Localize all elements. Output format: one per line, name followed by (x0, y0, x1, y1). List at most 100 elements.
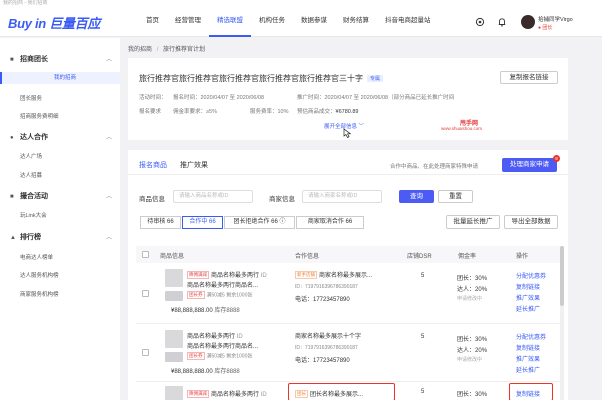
merchant-info-label: 商家信息 (269, 196, 295, 203)
process-merchant-request-button[interactable]: 处理商家申请 (502, 158, 557, 172)
settings-icon[interactable] (475, 17, 485, 27)
tab-promo-effect[interactable]: 推广效果 (180, 160, 208, 170)
row-checkbox[interactable] (142, 290, 149, 297)
exclusive-tag: 专属 (367, 75, 384, 83)
sidebar-group-match[interactable]: ■ 撮合活动 (10, 191, 48, 201)
sidebar-item-link-conference[interactable]: 玩Link大会 (20, 211, 47, 219)
shop-dsr: 5 (421, 389, 425, 395)
nav-station[interactable]: 抖音电商超量站 (377, 7, 439, 37)
cursor-icon (343, 128, 352, 138)
shop-dsr: 5 (421, 273, 425, 279)
search-button[interactable]: 查询 (399, 190, 434, 203)
table-row: 降佣满减 商品名称最多两行 ID 团长 团长名称最多展示... 5 团长：30% 复… (136, 382, 560, 400)
tab-divider (128, 174, 568, 175)
nav-data[interactable]: 数据参谋 (293, 7, 335, 37)
chevron-up-icon[interactable]: ︿ (106, 54, 112, 63)
row-checkbox[interactable] (142, 349, 149, 356)
reset-button[interactable]: 重置 (438, 190, 473, 203)
copy-signup-link-button[interactable]: 复制报名链接 (500, 71, 558, 84)
product-name-line2[interactable]: 商品名称最多两行商品名... (187, 280, 258, 289)
signup-time: 报名时间：2020/04/07 至 2020/06/08 (173, 95, 265, 101)
product-thumbnail (165, 386, 183, 400)
requirement-label: 报名要求 (139, 109, 162, 115)
copy-link[interactable]: 复制链接 (516, 282, 540, 291)
plan-info-card: 旅行推荐官旅行推荐官旅行推荐官旅行推荐官旅行推荐官三十字 专属 复制报名链接 活动… (128, 58, 568, 140)
assign-coupon-link[interactable]: 分配优惠券 (516, 271, 546, 280)
product-name[interactable]: 降佣满减 商品名称最多两行 ID (187, 389, 267, 399)
assign-coupon-link[interactable]: 分配优惠券 (516, 332, 546, 341)
avatar[interactable] (521, 15, 535, 29)
top-header: Buy in 巨量百应 首页 经营管理 精选联盟 机构任务 数据参谋 财务结算 … (0, 7, 602, 37)
col-commission: 佣金率 (458, 254, 477, 260)
bell-icon[interactable] (497, 17, 507, 27)
window-title-strip: 我的招商 - 我们招商 (0, 0, 602, 7)
nav-finance[interactable]: 财务结算 (335, 7, 377, 37)
sidebar-group-recruit[interactable]: ■ 招商团长 (10, 54, 48, 64)
grid-icon: ■ (10, 57, 14, 63)
status-tab-merchant-cancelled[interactable]: 商家取消合作 66 (296, 216, 364, 229)
chevron-up-icon[interactable]: ︿ (106, 232, 112, 241)
merchant-phone: 电话：17723457890 (295, 297, 350, 303)
product-search-input[interactable]: 请输入商品名称或ID (173, 190, 253, 203)
plan-title: 旅行推荐官旅行推荐官旅行推荐官旅行推荐官旅行推荐官三十字 专属 (139, 73, 384, 84)
export-all-button[interactable]: 导出全部数据 (504, 215, 558, 229)
user-role-badge: ● 团长 (538, 25, 553, 31)
copy-link[interactable]: 复制链接 (516, 343, 540, 352)
chevron-up-icon[interactable]: ︿ (106, 191, 112, 200)
highlight-box (509, 383, 553, 400)
sidebar-item-leader-service[interactable]: 团长服务 (20, 94, 42, 102)
promo-time: 推广时间：2020/04/07 至 2020/06/08（部分商品已延长推广时间 (297, 95, 455, 101)
sidebar-item-ecommerce-rank[interactable]: 电商达人榜单 (20, 253, 53, 261)
select-all-checkbox[interactable] (142, 251, 149, 258)
sidebar-group-ranking[interactable]: ▲ 排行榜 (10, 232, 41, 242)
nav-alliance[interactable]: 精选联盟 (209, 7, 251, 37)
talent-commission: 达人：20% (457, 348, 488, 354)
sidebar-item-talent-recruit[interactable]: 达人招募 (20, 171, 42, 179)
coupon-info: 团长券 满50减5 剩余1000张 (187, 291, 253, 299)
product-name[interactable]: 降佣满减 商品名称最多两行 ID (187, 270, 267, 280)
col-operations: 操作 (516, 254, 529, 260)
flag-icon: ■ (10, 194, 14, 200)
table-row: 商品名称最多两行 ID 商品名称最多两行商品名... 团长券 满50减5 剩余10… (136, 324, 560, 382)
promo-effect-link[interactable]: 推广效果 (516, 293, 540, 302)
talent-commission: 达人：20% (457, 287, 488, 293)
scrollbar-thumb[interactable] (560, 246, 564, 306)
product-thumbnail (165, 269, 183, 287)
status-tab-cooperating[interactable]: 合作中 66 (182, 216, 223, 229)
product-name-line2[interactable]: 商品名称最多两行商品名... (187, 341, 258, 350)
commission-requirement: 佣金率要求：≥5% (173, 109, 217, 115)
chevron-up-icon[interactable]: ︿ (106, 132, 112, 141)
sidebar-item-talent-square[interactable]: 达人广场 (20, 152, 42, 160)
breadcrumb-current: 旅行推荐官计划 (163, 47, 206, 53)
sidebar-group-talent[interactable]: ● 达人合作 (10, 132, 48, 142)
merchant-search-input[interactable]: 请输入商家名称或ID (302, 190, 382, 203)
sidebar-item-service-fee[interactable]: 招商服务费明细 (20, 112, 59, 120)
nav-home[interactable]: 首页 (138, 7, 167, 37)
batch-extend-promo-button[interactable]: 批量延长推广 (446, 215, 500, 229)
nav-tasks[interactable]: 机构任务 (251, 7, 293, 37)
status-tab-pending[interactable]: 待审核 66 (140, 216, 181, 229)
shop-dsr: 5 (421, 334, 425, 340)
sidebar-item-talent-agency-rank[interactable]: 达人服务机构榜 (20, 271, 59, 279)
merchant-name[interactable]: 新手店铺 商家名称最多展示... (295, 270, 372, 280)
user-name[interactable]: 拾捕同学Virgo (538, 15, 573, 23)
sidebar-item-merchant-agency-rank[interactable]: 商家服务机构榜 (20, 290, 59, 298)
scrollbar-track[interactable] (560, 246, 564, 400)
highlight-box (288, 383, 395, 400)
status-tab-leader-rejected[interactable]: 团长拒绝合作 66 ⓘ (224, 216, 295, 229)
col-shop-dsr: 店铺DSR (407, 254, 432, 260)
product-name[interactable]: 商品名称最多两行 ID (187, 331, 243, 340)
extend-promo-link[interactable]: 延长推广 (516, 304, 540, 313)
extend-promo-link[interactable]: 延长推广 (516, 365, 540, 374)
special-request-notice: 合作中商品、在此处理商家特殊申请 (390, 164, 479, 170)
merchant-name[interactable]: 商家名称最多展示十个字 (295, 331, 361, 340)
breadcrumb-parent[interactable]: 我的招商 (128, 47, 152, 53)
nav-business[interactable]: 经营管理 (167, 7, 209, 37)
tab-signup-products[interactable]: 报名商品 (139, 160, 167, 175)
breadcrumb: 我的招商 / 旅行推荐官计划 (128, 47, 206, 53)
promo-effect-link[interactable]: 推广效果 (516, 354, 540, 363)
brand-logo[interactable]: Buy in 巨量百应 (8, 13, 100, 32)
expected-gmv: 预估商品成交：¥6780.89 (297, 109, 359, 115)
commission-status: 申请修改中 (457, 296, 483, 302)
sidebar-item-my-recruit[interactable]: 我的招商 (0, 72, 120, 84)
